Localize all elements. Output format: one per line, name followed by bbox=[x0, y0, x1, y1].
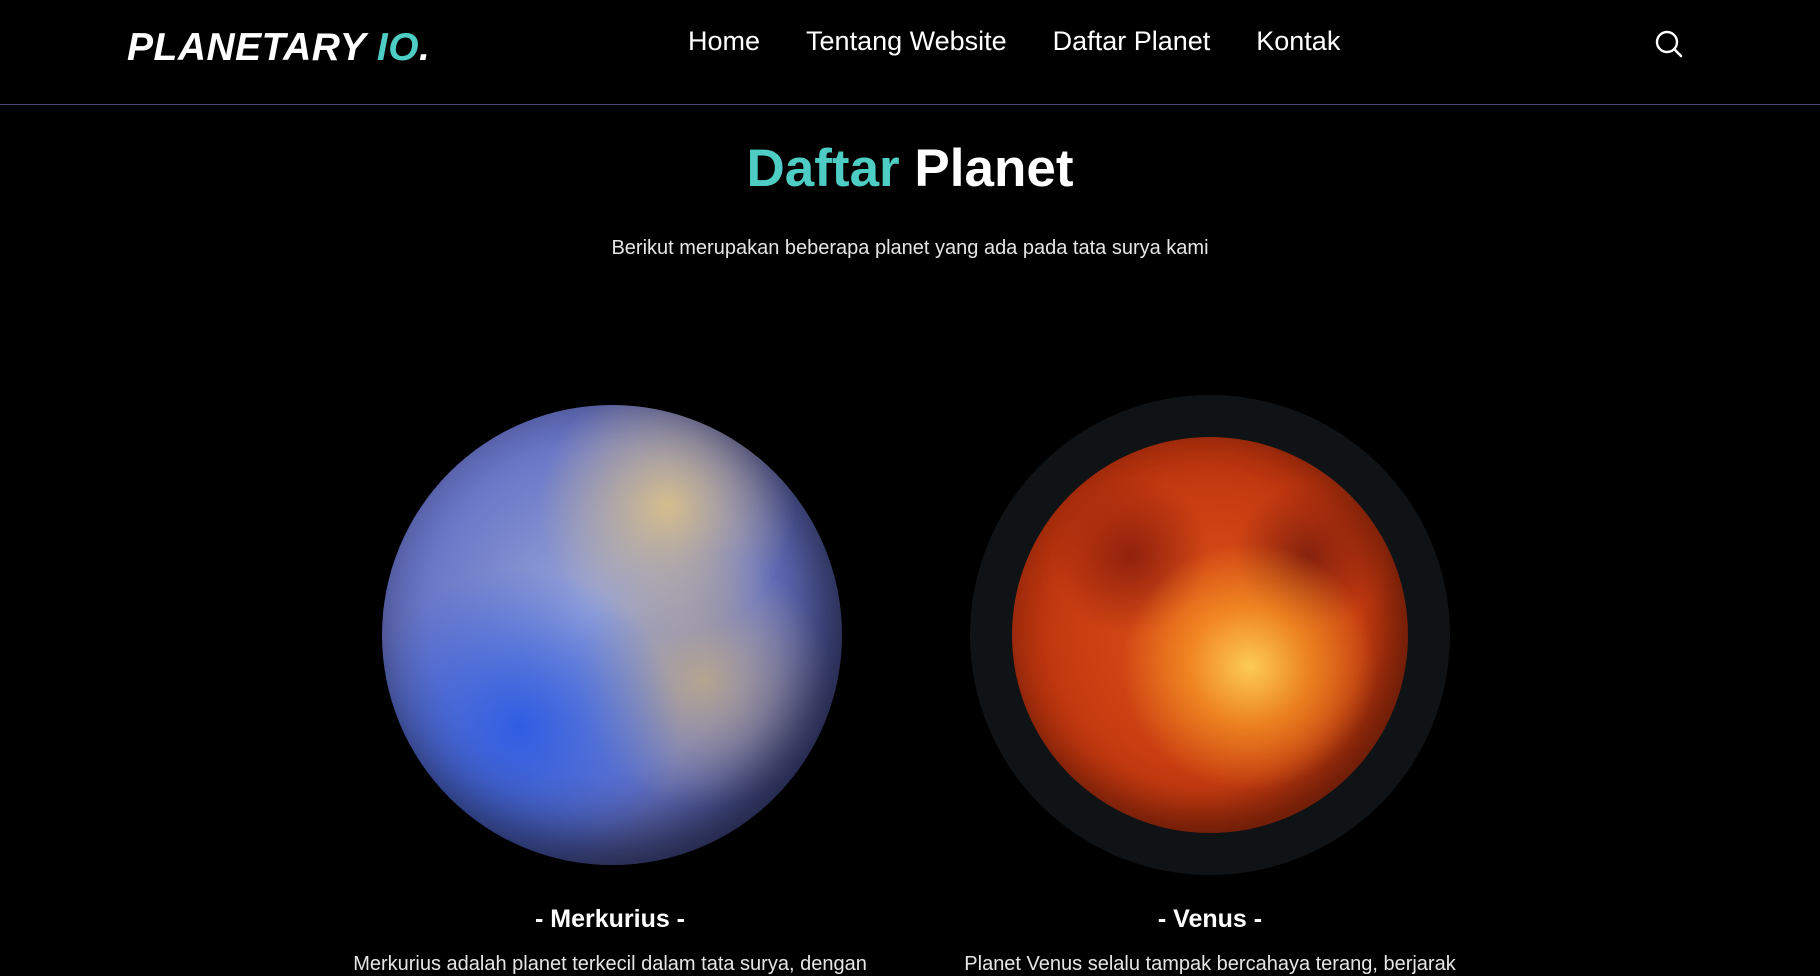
nav-link-daftar-planet[interactable]: Daftar Planet bbox=[1053, 26, 1211, 57]
site-logo[interactable]: PLANETARY IO. bbox=[127, 26, 430, 70]
search-icon bbox=[1655, 30, 1683, 58]
planet-image-frame bbox=[970, 395, 1450, 875]
logo-text-main: PLANETARY bbox=[127, 26, 377, 69]
search-button[interactable] bbox=[1654, 29, 1684, 59]
logo-text-accent: IO bbox=[376, 26, 420, 69]
planet-card-merkurius[interactable]: - Merkurius - Merkurius adalah planet te… bbox=[300, 395, 920, 975]
logo-text-dot: . bbox=[419, 26, 431, 69]
page-title-accent: Daftar bbox=[746, 139, 900, 198]
main-nav: Home Tentang Website Daftar Planet Konta… bbox=[688, 26, 1340, 57]
planet-image-frame bbox=[370, 395, 850, 875]
nav-link-tentang-website[interactable]: Tentang Website bbox=[806, 26, 1007, 57]
navbar: PLANETARY IO. Home Tentang Website Dafta… bbox=[0, 0, 1820, 105]
planet-card-venus[interactable]: - Venus - Planet Venus selalu tampak ber… bbox=[900, 395, 1520, 975]
page-title: Daftar Planet bbox=[0, 138, 1820, 199]
planet-name: - Venus - bbox=[1157, 905, 1263, 933]
planet-image-merkurius bbox=[382, 405, 842, 865]
page-subtitle: Berikut merupakan beberapa planet yang a… bbox=[611, 237, 1209, 259]
page-title-rest: Planet bbox=[899, 139, 1074, 198]
planet-image-venus bbox=[1012, 437, 1408, 833]
planet-name: - Merkurius - bbox=[534, 905, 686, 933]
nav-link-home[interactable]: Home bbox=[688, 26, 760, 57]
nav-link-kontak[interactable]: Kontak bbox=[1256, 26, 1340, 57]
